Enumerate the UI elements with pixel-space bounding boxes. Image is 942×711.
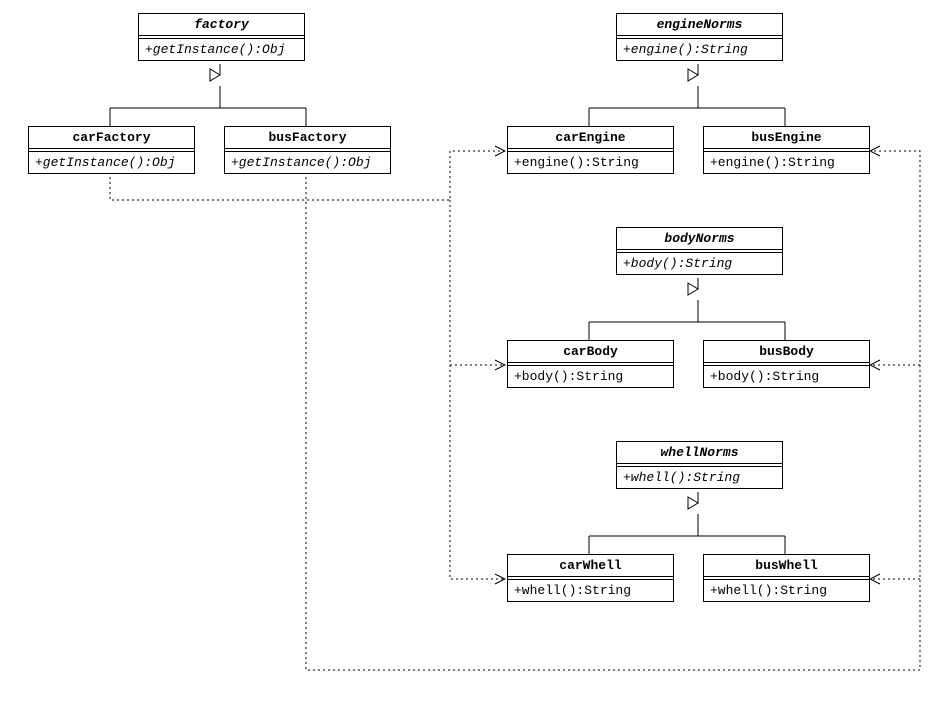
class-method: +body():String [508,366,673,387]
uml-diagram: factory +getInstance():Obj carFactory +g… [0,0,942,711]
class-factory: factory +getInstance():Obj [138,13,305,61]
class-whellNorms: whellNorms +whell():String [616,441,783,489]
class-name: carBody [508,341,673,363]
class-method: +engine():String [617,39,782,60]
class-name: busWhell [704,555,869,577]
class-name: factory [139,14,304,36]
inherit-bodyNorms [589,278,785,340]
class-engineNorms: engineNorms +engine():String [616,13,783,61]
class-bodyNorms: bodyNorms +body():String [616,227,783,275]
class-method: +engine():String [508,152,673,173]
class-method: +body():String [617,253,782,274]
inherit-factory [110,64,306,126]
class-name: busBody [704,341,869,363]
class-method: +getInstance():Obj [225,152,390,173]
inherit-engineNorms [589,64,785,126]
class-method: +engine():String [704,152,869,173]
class-carWhell: carWhell +whell():String [507,554,674,602]
class-carFactory: carFactory +getInstance():Obj [28,126,195,174]
class-busBody: busBody +body():String [703,340,870,388]
class-name: busEngine [704,127,869,149]
class-name: busFactory [225,127,390,149]
inherit-whellNorms [589,492,785,554]
class-method: +whell():String [617,467,782,488]
class-busFactory: busFactory +getInstance():Obj [224,126,391,174]
class-method: +whell():String [508,580,673,601]
class-method: +getInstance():Obj [29,152,194,173]
class-name: engineNorms [617,14,782,36]
class-name: carWhell [508,555,673,577]
class-busWhell: busWhell +whell():String [703,554,870,602]
class-method: +getInstance():Obj [139,39,304,60]
dep-carFactory [110,151,505,579]
class-method: +whell():String [704,580,869,601]
class-name: whellNorms [617,442,782,464]
class-busEngine: busEngine +engine():String [703,126,870,174]
class-name: carEngine [508,127,673,149]
class-method: +body():String [704,366,869,387]
class-carBody: carBody +body():String [507,340,674,388]
class-name: bodyNorms [617,228,782,250]
class-carEngine: carEngine +engine():String [507,126,674,174]
class-name: carFactory [29,127,194,149]
